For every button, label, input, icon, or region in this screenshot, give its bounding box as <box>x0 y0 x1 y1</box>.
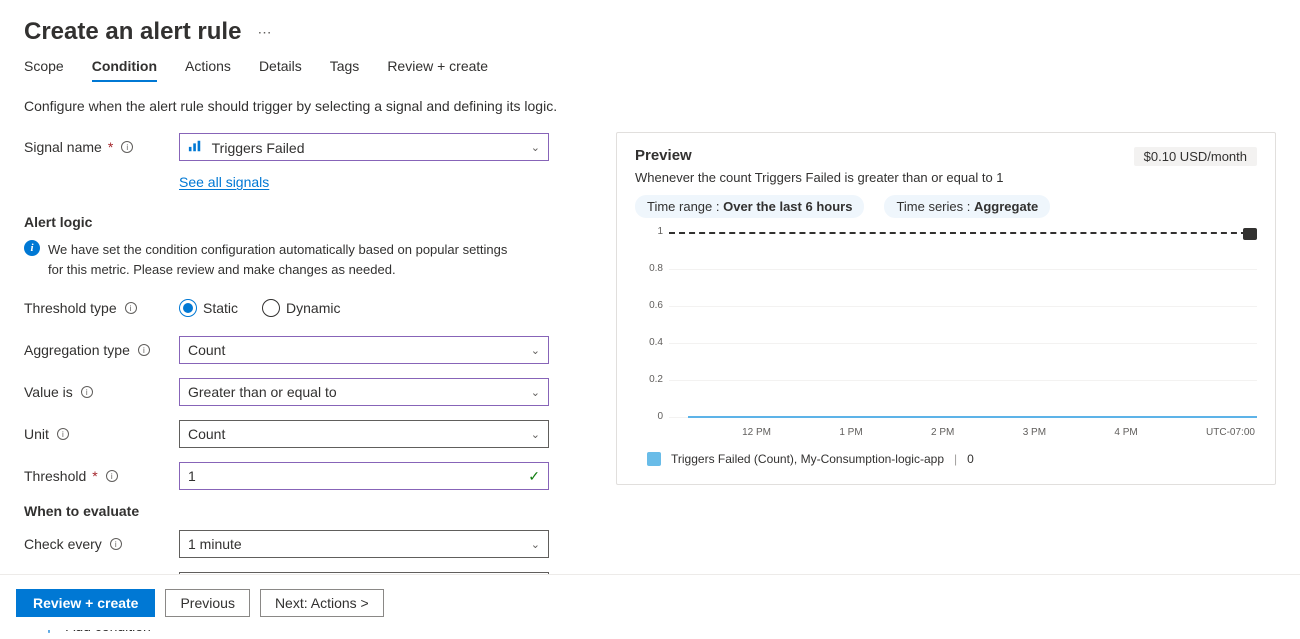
info-icon[interactable]: i <box>57 428 69 440</box>
tab-scope[interactable]: Scope <box>24 58 64 82</box>
tab-review-create[interactable]: Review + create <box>387 58 488 82</box>
preview-panel: Preview $0.10 USD/month Whenever the cou… <box>616 132 1276 485</box>
chart-legend: Triggers Failed (Count), My-Consumption-… <box>647 452 1257 466</box>
when-to-evaluate-heading: When to evaluate <box>24 503 576 519</box>
time-range-pill[interactable]: Time range : Over the last 6 hours <box>635 195 864 218</box>
legend-swatch-icon <box>647 452 661 466</box>
threshold-type-label: Threshold type i <box>24 300 179 316</box>
radio-checked-icon <box>179 299 197 317</box>
tab-condition[interactable]: Condition <box>92 58 157 82</box>
tab-details[interactable]: Details <box>259 58 302 82</box>
chevron-down-icon: ⌄ <box>531 428 540 441</box>
threshold-line <box>669 232 1257 234</box>
tab-description: Configure when the alert rule should tri… <box>24 98 1276 114</box>
info-icon[interactable]: i <box>106 470 118 482</box>
threshold-label: Threshold* i <box>24 468 179 484</box>
aggregation-type-dropdown[interactable]: Count ⌄ <box>179 336 549 364</box>
tab-bar: Scope Condition Actions Details Tags Rev… <box>24 58 1276 82</box>
check-every-label: Check every i <box>24 536 179 552</box>
value-is-label: Value is i <box>24 384 179 400</box>
valid-icon: ✓ <box>528 468 540 485</box>
callout-text: We have set the condition configuration … <box>48 240 508 279</box>
threshold-type-dynamic-radio[interactable]: Dynamic <box>262 299 340 317</box>
threshold-type-static-radio[interactable]: Static <box>179 299 238 317</box>
alert-logic-heading: Alert logic <box>24 214 576 230</box>
cost-badge: $0.10 USD/month <box>1134 147 1257 166</box>
signal-name-label: Signal name* i <box>24 139 179 155</box>
value-is-dropdown[interactable]: Greater than or equal to ⌄ <box>179 378 549 406</box>
previous-button[interactable]: Previous <box>165 589 249 617</box>
threshold-input[interactable]: 1 ✓ <box>179 462 549 490</box>
chevron-down-icon: ⌄ <box>531 344 540 357</box>
see-all-signals-link[interactable]: See all signals <box>179 174 269 190</box>
unit-label: Unit i <box>24 426 179 442</box>
info-icon[interactable]: i <box>138 344 150 356</box>
aggregation-type-label: Aggregation type i <box>24 342 179 358</box>
preview-title: Preview <box>635 147 692 164</box>
tab-actions[interactable]: Actions <box>185 58 231 82</box>
timezone-label: UTC-07:00 <box>1206 427 1255 438</box>
preview-description: Whenever the count Triggers Failed is gr… <box>635 170 1257 185</box>
chevron-down-icon: ⌄ <box>531 386 540 399</box>
time-series-pill[interactable]: Time series : Aggregate <box>884 195 1050 218</box>
next-actions-button[interactable]: Next: Actions > <box>260 589 384 617</box>
radio-unchecked-icon <box>262 299 280 317</box>
x-axis: . 12 PM 1 PM 2 PM 3 PM 4 PM UTC-07:00 <box>669 427 1257 438</box>
info-icon[interactable]: i <box>110 538 122 550</box>
unit-dropdown[interactable]: Count ⌄ <box>179 420 549 448</box>
data-line <box>688 416 1257 418</box>
info-icon[interactable]: i <box>125 302 137 314</box>
preview-chart: 1 0.8 0.6 0.4 0.2 0 <box>635 230 1257 450</box>
footer-bar: Review + create Previous Next: Actions > <box>0 574 1300 630</box>
review-create-button[interactable]: Review + create <box>16 589 155 617</box>
signal-name-dropdown[interactable]: Triggers Failed ⌄ <box>179 133 549 161</box>
chevron-down-icon: ⌄ <box>531 141 540 154</box>
tab-tags[interactable]: Tags <box>330 58 360 82</box>
info-icon[interactable]: i <box>121 141 133 153</box>
y-axis: 1 0.8 0.6 0.4 0.2 0 <box>635 230 667 418</box>
threshold-flag-icon <box>1243 228 1257 240</box>
chevron-down-icon: ⌄ <box>531 538 540 551</box>
info-icon[interactable]: i <box>81 386 93 398</box>
page-title: Create an alert rule <box>24 18 241 46</box>
more-actions-icon[interactable]: ⋯ <box>257 24 271 41</box>
info-icon: i <box>24 240 40 256</box>
check-every-dropdown[interactable]: 1 minute ⌄ <box>179 530 549 558</box>
metric-icon <box>188 139 202 153</box>
